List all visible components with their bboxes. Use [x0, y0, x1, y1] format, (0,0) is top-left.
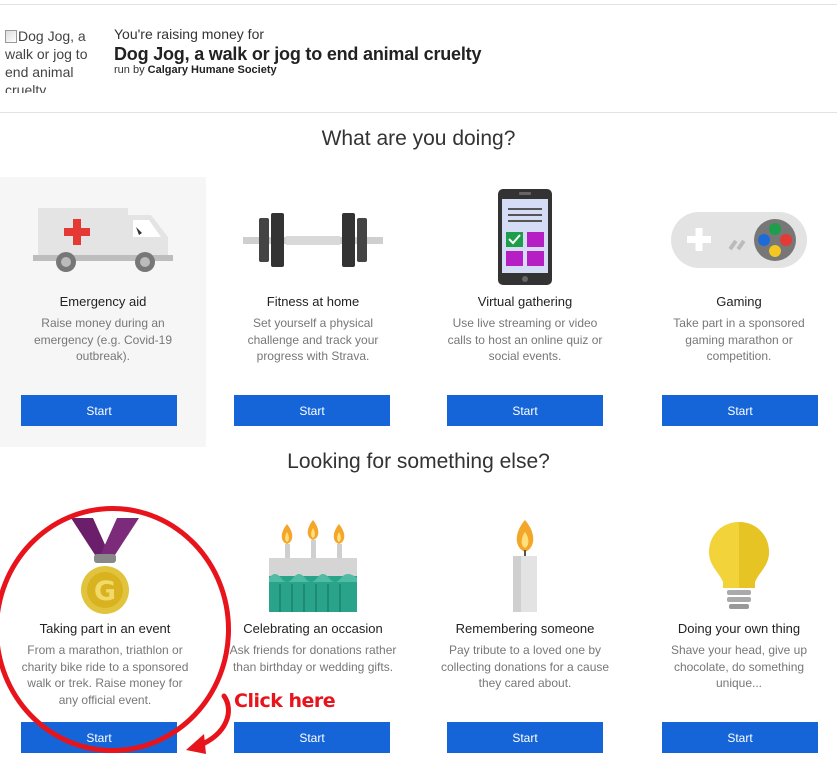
start-button-fitness-at-home[interactable]: Start [234, 395, 390, 426]
start-button-celebrating-an-occasion[interactable]: Start [234, 722, 390, 753]
dumbbell-icon [208, 207, 418, 273]
campaign-image: Dog Jog, a walk or jog to end animal cru… [5, 27, 95, 93]
card-title: Fitness at home [266, 294, 360, 309]
campaign-header: Dog Jog, a walk or jog to end animal cru… [0, 5, 837, 113]
start-button-remembering-someone[interactable]: Start [447, 722, 603, 753]
gamepad-icon [634, 207, 837, 273]
start-button-emergency-aid[interactable]: Start [21, 395, 177, 426]
card-description: From a marathon, triathlon or charity bi… [21, 643, 189, 707]
card-description: Ask friends for donations rather than bi… [229, 643, 397, 674]
card-description: Set yourself a physical challenge and tr… [247, 316, 379, 363]
card-description: Pay tribute to a loved one by collecting… [440, 643, 610, 690]
start-button-gaming[interactable]: Start [662, 395, 818, 426]
campaign-image-alt: Dog Jog, a walk or jog to end animal cru… [5, 28, 88, 93]
organisation-name: Calgary Humane Society [147, 64, 277, 76]
card-emergency-aid: Emergency aid Raise money during an emer… [0, 177, 206, 447]
card-virtual-gathering: Virtual gathering Use live streaming or … [420, 177, 630, 447]
birthday-cake-icon [208, 519, 418, 614]
card-title: Gaming [716, 294, 762, 309]
run-by-line: run by Calgary Humane Society [114, 64, 277, 76]
broken-image-icon [5, 30, 17, 43]
section-heading-what-are-you-doing: What are you doing? [321, 127, 516, 150]
card-description: Raise money during an emergency (e.g. Co… [33, 316, 173, 363]
card-title: Taking part in an event [39, 621, 171, 636]
card-doing-your-own-thing: Doing your own thing Shave your head, gi… [634, 505, 837, 765]
lightbulb-icon [634, 519, 837, 615]
card-description: Take part in a sponsored gaming marathon… [673, 316, 805, 363]
candle-icon [420, 517, 630, 615]
svg-text:G: G [94, 576, 116, 607]
click-here-annotation: Click here [234, 690, 336, 712]
card-title: Celebrating an occasion [243, 621, 383, 636]
card-title: Doing your own thing [677, 621, 801, 636]
start-button-taking-part-in-an-event[interactable]: Start [21, 722, 177, 753]
card-description: Shave your head, give up chocolate, do s… [670, 643, 808, 690]
card-description: Use live streaming or video calls to hos… [447, 316, 603, 363]
smartphone-icon [420, 187, 630, 287]
card-title: Remembering someone [455, 621, 595, 636]
run-by-prefix: run by [114, 64, 145, 76]
card-gaming: Gaming Take part in a sponsored gaming m… [634, 177, 837, 447]
start-button-doing-your-own-thing[interactable]: Start [662, 722, 818, 753]
card-fitness-at-home: Fitness at home Set yourself a physical … [208, 177, 418, 447]
section-heading-looking-for-something-else: Looking for something else? [287, 450, 550, 473]
card-celebrating-an-occasion: Celebrating an occasion Ask friends for … [208, 505, 418, 765]
medal-icon: G [0, 513, 210, 618]
curved-arrow-icon [186, 693, 231, 754]
card-title: Virtual gathering [477, 294, 573, 309]
raising-label: You're raising money for [114, 26, 265, 42]
card-remembering-someone: Remembering someone Pay tribute to a lov… [420, 505, 630, 765]
card-title: Emergency aid [59, 294, 147, 309]
ambulance-icon [0, 205, 206, 275]
start-button-virtual-gathering[interactable]: Start [447, 395, 603, 426]
campaign-title: Dog Jog, a walk or jog to end animal cru… [114, 44, 482, 64]
